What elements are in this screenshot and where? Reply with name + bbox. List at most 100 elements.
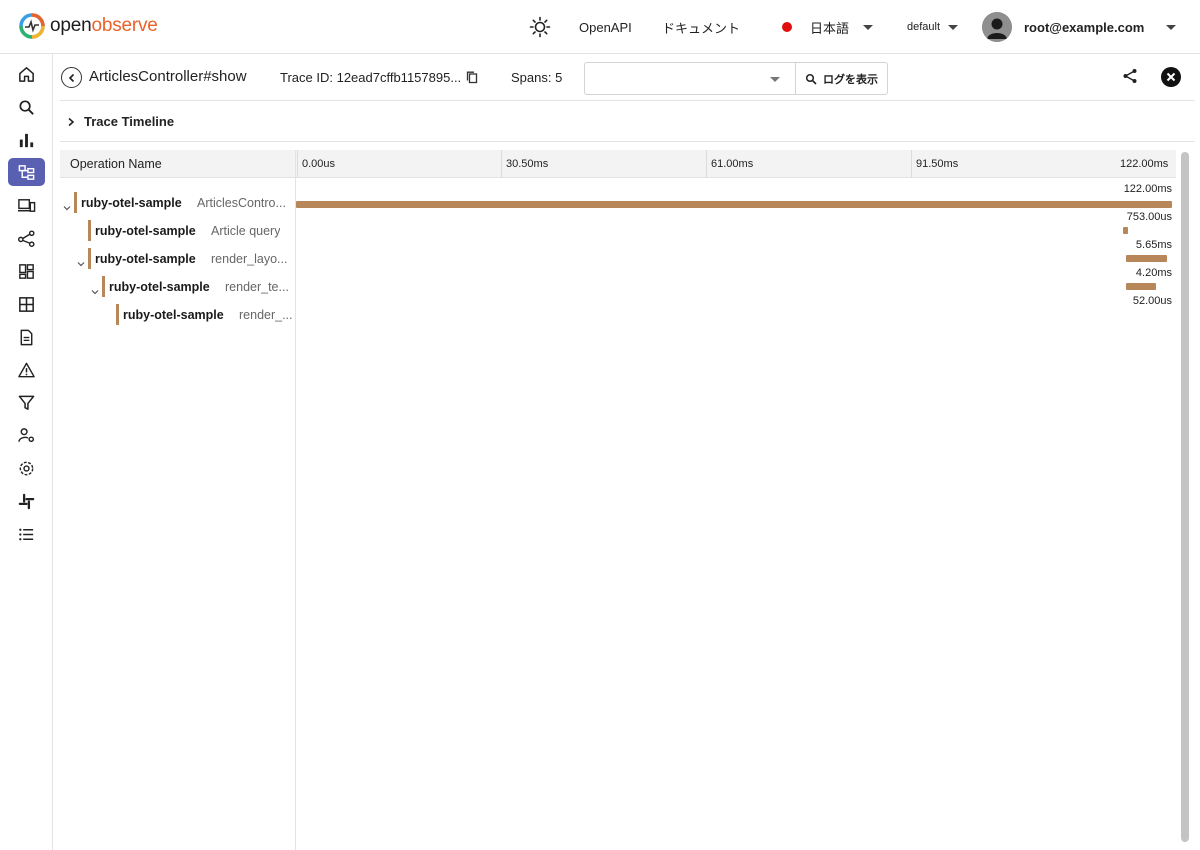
sidebar-item-pipelines[interactable]: [8, 224, 45, 252]
sidebar-item-traces[interactable]: [8, 158, 45, 186]
traces-icon: [18, 164, 35, 180]
span-duration-label: 5.65ms: [1135, 239, 1172, 251]
trace-gantt: Operation Name 0.00us 30.50ms 61.00ms 91.50…: [60, 150, 1192, 850]
span-color-marker: [88, 220, 91, 241]
span-operation-name: render_layo...: [211, 252, 288, 266]
span-duration-label: 753.00us: [1126, 211, 1172, 223]
avatar: [982, 12, 1012, 42]
span-count: Spans: 5: [511, 70, 563, 85]
span-duration-bar[interactable]: [1122, 227, 1129, 234]
span-operation-name: Article query: [211, 224, 281, 238]
user-settings-icon: [18, 427, 35, 442]
span-row[interactable]: ruby-otel-sample ArticlesContro...: [60, 189, 295, 217]
trace-timeline-toggle[interactable]: Trace Timeline: [60, 102, 1195, 142]
span-row[interactable]: ruby-otel-sample Article query: [60, 217, 295, 245]
time-tick: 61.00ms: [706, 150, 753, 178]
share-button[interactable]: [1122, 68, 1138, 89]
metrics-icon: [19, 133, 34, 147]
sidebar-item-iam[interactable]: [8, 421, 45, 449]
time-tick: 0.00us: [297, 150, 335, 178]
chevron-down-icon: [1166, 24, 1177, 30]
close-button[interactable]: [1161, 67, 1181, 87]
vertical-scrollbar[interactable]: [1180, 150, 1190, 850]
trace-header: ArticlesController#show Trace ID: 12ead7…: [60, 54, 1195, 101]
openapi-link[interactable]: OpenAPI: [579, 0, 632, 54]
user-menu[interactable]: root@example.com: [982, 0, 1177, 54]
service-select[interactable]: [584, 62, 796, 95]
span-operation-name: render_...: [239, 308, 293, 322]
span-color-marker: [74, 192, 77, 213]
logo-icon: [19, 13, 45, 39]
chevron-down-icon[interactable]: [91, 283, 99, 295]
sidebar-item-alerts[interactable]: [8, 356, 45, 384]
chevron-down-icon: [948, 24, 959, 30]
trace-id-text: Trace ID: 12ead7cffb1157895...: [280, 70, 462, 85]
chevron-down-icon: [770, 77, 780, 82]
language-selector[interactable]: 日本語: [782, 0, 874, 54]
share-icon: [1123, 69, 1137, 83]
operation-name-header: Operation Name: [70, 157, 162, 171]
sidebar-item-settings[interactable]: [8, 454, 45, 482]
sidebar: [0, 54, 53, 850]
span-duration-bar[interactable]: [1126, 283, 1157, 290]
span-service-name: ruby-otel-sample: [109, 280, 210, 294]
span-duration-label: 122.00ms: [1123, 183, 1172, 195]
view-logs-label: ログを表示: [823, 73, 878, 86]
span-row[interactable]: ruby-otel-sample render_...: [60, 301, 295, 329]
chevron-down-icon[interactable]: [63, 199, 71, 211]
sidebar-item-streams[interactable]: [8, 290, 45, 318]
openobserve-logo[interactable]: openobserve: [18, 12, 158, 40]
span-operation-name: ArticlesContro...: [197, 196, 286, 210]
sidebar-item-functions[interactable]: [8, 388, 45, 416]
gear-icon: [19, 461, 34, 475]
sidebar-item-metrics[interactable]: [8, 126, 45, 154]
sidebar-item-about[interactable]: [8, 520, 45, 548]
back-button[interactable]: [61, 67, 82, 88]
sidebar-item-rum[interactable]: [8, 191, 45, 219]
filter-icon: [18, 395, 35, 410]
span-color-marker: [116, 304, 119, 325]
slack-icon: [18, 493, 35, 509]
theme-toggle-button[interactable]: [527, 0, 553, 54]
search-icon: [19, 99, 34, 115]
home-icon: [19, 66, 34, 82]
span-row[interactable]: ruby-otel-sample render_layo...: [60, 245, 295, 273]
span-duration-label: 4.20ms: [1135, 267, 1172, 279]
sidebar-item-search[interactable]: [8, 93, 45, 121]
trace-title: ArticlesController#show: [89, 68, 247, 85]
list-icon: [19, 528, 34, 540]
search-icon: [805, 73, 817, 85]
trace-id: Trace ID: 12ead7cffb1157895...: [280, 70, 478, 85]
trace-timeline-label: Trace Timeline: [84, 114, 175, 129]
sidebar-item-reports[interactable]: [8, 323, 45, 351]
reports-icon: [20, 329, 33, 345]
time-tick: 122.00ms: [1120, 158, 1169, 170]
scrollbar-thumb[interactable]: [1181, 152, 1189, 842]
span-duration-bar[interactable]: [296, 201, 1172, 208]
span-duration-label: 52.00us: [1132, 295, 1172, 307]
alert-icon: [18, 362, 35, 377]
user-icon: [982, 12, 1012, 42]
span-row[interactable]: ruby-otel-sample render_te...: [60, 273, 295, 301]
gantt-divider[interactable]: [295, 150, 296, 850]
span-color-marker: [88, 248, 91, 269]
view-logs-button[interactable]: ログを表示: [795, 62, 888, 95]
copy-icon[interactable]: [466, 71, 478, 84]
span-color-marker: [102, 276, 105, 297]
span-duration-bar[interactable]: [1126, 255, 1167, 262]
top-header: openobserve OpenAPI ドキュメント 日本語 default r…: [0, 0, 1200, 54]
sidebar-item-home[interactable]: [8, 60, 45, 88]
record-dot-icon: [782, 22, 792, 32]
rum-icon: [17, 198, 36, 212]
sidebar-item-dashboards[interactable]: [8, 257, 45, 285]
streams-icon: [19, 296, 34, 312]
organization-selector[interactable]: default: [907, 0, 959, 54]
docs-link[interactable]: ドキュメント: [662, 0, 740, 54]
chevron-down-icon[interactable]: [77, 255, 85, 267]
close-icon: [1166, 72, 1176, 82]
user-email: root@example.com: [1024, 19, 1145, 35]
organization-label: default: [907, 21, 941, 33]
sidebar-item-slack[interactable]: [8, 487, 45, 515]
span-service-name: ruby-otel-sample: [95, 224, 196, 238]
dashboards-icon: [19, 263, 34, 279]
